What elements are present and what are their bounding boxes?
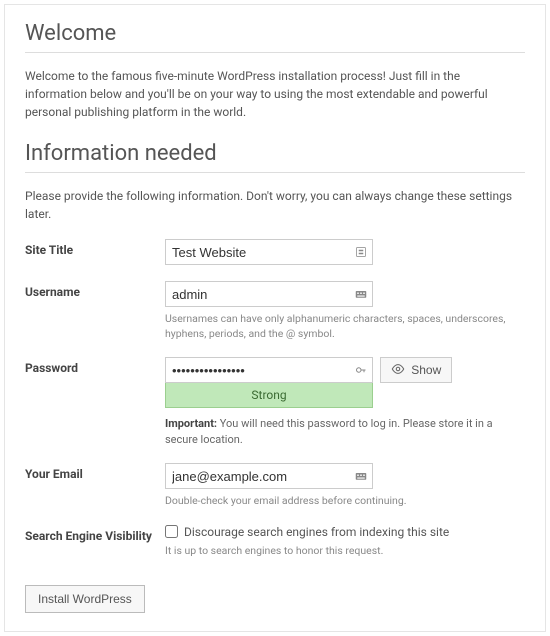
- heading-info: Information needed: [25, 141, 525, 173]
- sev-checkbox-row[interactable]: Discourage search engines from indexing …: [165, 525, 525, 539]
- email-input[interactable]: [165, 463, 373, 489]
- password-wrap: [165, 357, 373, 383]
- site-title-input[interactable]: [165, 239, 373, 265]
- password-important: Important: You will need this password t…: [165, 416, 525, 447]
- important-label: Important:: [165, 417, 217, 430]
- show-password-button[interactable]: Show: [380, 357, 452, 383]
- password-strength: Strong: [165, 383, 373, 408]
- username-wrap: [165, 281, 373, 307]
- email-wrap: [165, 463, 373, 489]
- label-email: Your Email: [25, 455, 165, 517]
- site-title-wrap: [165, 239, 373, 265]
- install-form-container: Welcome Welcome to the famous five-minut…: [4, 4, 546, 632]
- show-label: Show: [411, 363, 441, 377]
- password-input[interactable]: [165, 357, 373, 383]
- sev-checkbox-label: Discourage search engines from indexing …: [184, 525, 449, 539]
- eye-icon: [391, 362, 405, 379]
- sev-desc: It is up to search engines to honor this…: [165, 544, 525, 559]
- label-sev: Search Engine Visibility: [25, 517, 165, 567]
- welcome-intro: Welcome to the famous five-minute WordPr…: [25, 67, 525, 121]
- label-username: Username: [25, 273, 165, 349]
- form-table: Site Title Username Usernam: [25, 231, 525, 567]
- username-input[interactable]: [165, 281, 373, 307]
- username-desc: Usernames can have only alphanumeric cha…: [165, 312, 525, 341]
- sev-checkbox[interactable]: [165, 525, 178, 538]
- install-wordpress-button[interactable]: Install WordPress: [25, 585, 145, 613]
- heading-welcome: Welcome: [25, 21, 525, 53]
- label-site-title: Site Title: [25, 231, 165, 273]
- label-password: Password: [25, 349, 165, 455]
- email-desc: Double-check your email address before c…: [165, 494, 525, 509]
- info-intro: Please provide the following information…: [25, 187, 525, 223]
